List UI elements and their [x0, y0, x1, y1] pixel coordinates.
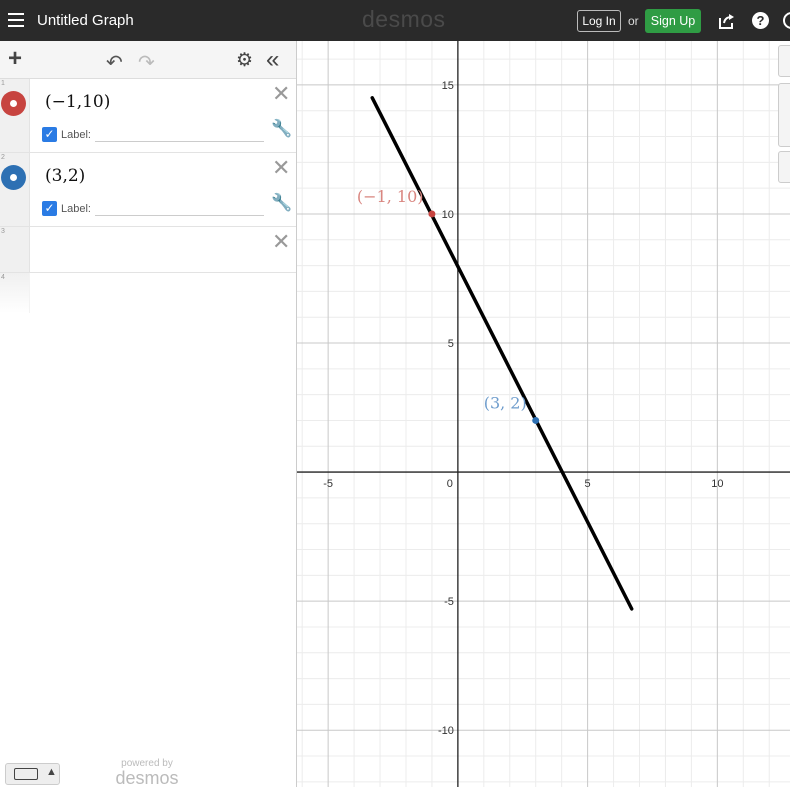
x-tick-label: -5 [323, 478, 333, 490]
signup-button[interactable]: Sign Up [645, 9, 701, 33]
label-checkbox-text: Label: [61, 129, 91, 141]
menu-icon[interactable] [8, 13, 24, 27]
point-b-label: (3, 2) [484, 393, 527, 412]
caret-up-icon: ▲ [46, 766, 57, 778]
label-checkbox[interactable]: ✓ [42, 201, 57, 216]
gear-icon[interactable]: ⚙ [236, 49, 253, 72]
expression-item[interactable]: 2 (3,2) ✕ ✓ Label: 🔧 [0, 153, 296, 227]
desmos-app: Untitled Graph desmos Log In or Sign Up … [0, 0, 790, 787]
y-tick-label: 15 [442, 80, 454, 92]
undo-icon[interactable]: ↶ [106, 50, 123, 75]
expression-toolbar: + ↶ ↷ ⚙ « [0, 41, 296, 79]
axes [297, 41, 790, 787]
x-tick-label: 5 [585, 478, 591, 490]
wrench-icon[interactable]: 🔧 [271, 119, 292, 139]
zoom-default-button[interactable] [778, 151, 790, 183]
y-tick-label: -10 [438, 725, 454, 737]
label-checkbox-text: Label: [61, 203, 91, 215]
minor-grid [297, 41, 790, 787]
expression-tab[interactable]: 2 [0, 153, 30, 226]
close-icon[interactable]: ✕ [272, 231, 290, 253]
expression-item[interactable]: 3 ✕ [0, 227, 296, 273]
expression-item[interactable]: 1 (−1,10) ✕ ✓ Label: 🔧 [0, 79, 296, 153]
y-tick-label: 10 [442, 209, 454, 221]
graph-paper[interactable]: -5 0 5 10 15 10 5 -5 -10 (−1, 10) (3, 2) [297, 41, 790, 787]
close-icon[interactable]: ✕ [272, 83, 290, 105]
point-b[interactable] [532, 416, 540, 424]
zoom-out-button[interactable] [778, 83, 790, 147]
redo-icon[interactable]: ↷ [138, 50, 155, 75]
help-icon[interactable]: ? [752, 12, 769, 29]
major-grid [297, 41, 790, 787]
zoom-in-button[interactable] [778, 45, 790, 77]
expression-number: 2 [1, 154, 5, 161]
expression-tab[interactable]: 4 [0, 273, 30, 313]
expression-number: 4 [1, 274, 5, 281]
expression-number: 1 [1, 80, 5, 87]
point-a-label: (−1, 10) [357, 187, 424, 206]
x-tick-label: 0 [447, 478, 453, 490]
keyboard-button[interactable]: ▲ [5, 763, 60, 785]
expression-number: 3 [1, 228, 5, 235]
point-color-icon[interactable] [1, 91, 26, 116]
top-bar: Untitled Graph desmos Log In or Sign Up … [0, 0, 790, 41]
desmos-logo: desmos [362, 6, 446, 32]
expression-panel: + ↶ ↷ ⚙ « 1 (−1,10) ✕ ✓ Label: 🔧 2 (3,2)… [0, 41, 297, 787]
panel-footer: ▲ powered by desmos [0, 758, 296, 787]
add-icon[interactable]: + [8, 47, 22, 71]
share-icon[interactable] [718, 12, 736, 30]
y-tick-label: 5 [448, 338, 454, 350]
keyboard-icon [14, 768, 38, 780]
point-color-icon[interactable] [1, 165, 26, 190]
close-icon[interactable]: ✕ [272, 157, 290, 179]
language-icon[interactable] [783, 12, 790, 29]
or-text: or [628, 14, 639, 28]
login-button[interactable]: Log In [577, 10, 621, 32]
powered-by-logo: desmos [115, 768, 179, 787]
expression-tab[interactable]: 1 [0, 79, 30, 152]
graph-title[interactable]: Untitled Graph [37, 12, 134, 29]
point-a[interactable] [428, 210, 436, 218]
collapse-icon[interactable]: « [266, 46, 280, 74]
expression-input[interactable]: (−1,10) [45, 92, 110, 112]
label-checkbox[interactable]: ✓ [42, 127, 57, 142]
label-input[interactable] [95, 141, 264, 142]
line-through-points[interactable] [370, 96, 634, 611]
y-tick-label: -5 [444, 596, 454, 608]
expression-tab[interactable]: 3 [0, 227, 30, 272]
expression-input[interactable]: (3,2) [45, 166, 85, 186]
graph-canvas[interactable]: -5 0 5 10 15 10 5 -5 -10 (−1, 10) (3, 2) [297, 41, 790, 787]
expression-item[interactable]: 4 [0, 273, 296, 313]
x-tick-label: 10 [711, 478, 723, 490]
label-input[interactable] [95, 215, 264, 216]
wrench-icon[interactable]: 🔧 [271, 193, 292, 213]
